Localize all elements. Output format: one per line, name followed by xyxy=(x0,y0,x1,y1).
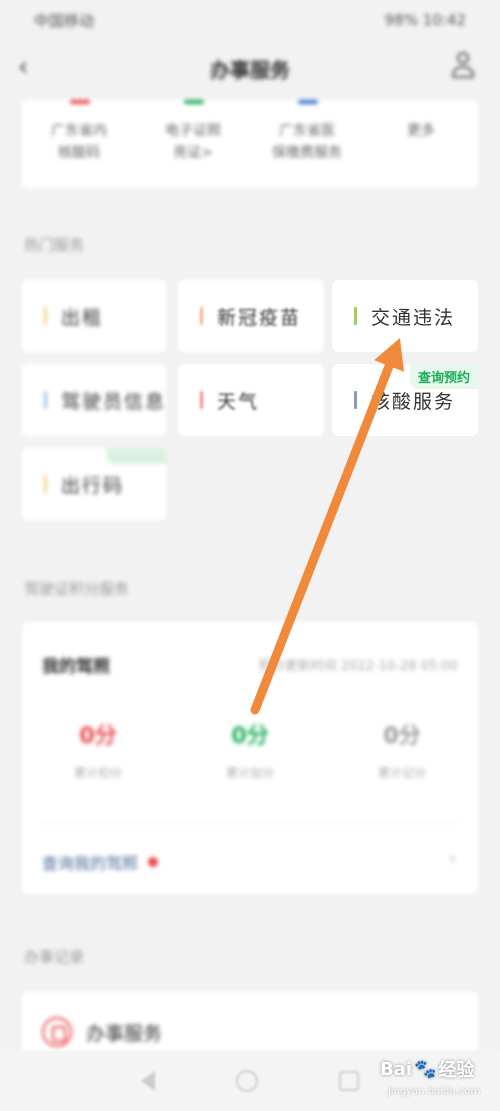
tile-label: 交通违法 xyxy=(371,306,456,329)
entry-color-mark xyxy=(298,100,318,104)
service-record-label: 办事服务 xyxy=(86,1022,163,1045)
carrier-text: 中国移动 xyxy=(34,11,95,30)
page-title: 办事服务 xyxy=(210,57,290,82)
user-icon[interactable] xyxy=(450,52,476,80)
watermark-brand: Bai xyxy=(380,1058,413,1080)
paw-icon: 🐾 xyxy=(414,1058,437,1080)
tile-nucleic-acid[interactable]: 查询预约 核酸服务 xyxy=(332,364,478,436)
stat-value: 0分 xyxy=(231,724,269,749)
tile-label: 出租 xyxy=(61,306,104,329)
nav-back-icon[interactable] xyxy=(140,1070,155,1091)
quick-entry-line1: 广东省内 xyxy=(51,123,107,139)
license-points-card: 我的驾照 积分更新时间 2022-10-28 05:00 0分 累计扣分 0分 … xyxy=(22,622,478,894)
new-badge xyxy=(106,448,166,464)
back-arrow-icon[interactable]: ‹ xyxy=(18,52,46,82)
tile-0[interactable]: 出租 xyxy=(22,280,166,352)
nav-home-icon[interactable] xyxy=(235,1069,258,1092)
tile-color-bar xyxy=(354,307,357,325)
quick-entry-more[interactable]: 更多 xyxy=(364,100,478,188)
status-bar: 中国移动 98% 10:42 xyxy=(0,0,500,40)
divider xyxy=(42,822,458,823)
tile-color-bar xyxy=(200,391,203,409)
query-license-link[interactable]: 查询我的驾照 xyxy=(42,850,159,874)
quick-entry-0[interactable]: 广东省内 核酸码 xyxy=(22,100,136,188)
tile-color-bar xyxy=(44,475,47,493)
stat-label: 累计加分 xyxy=(225,766,274,780)
quick-entry-line1: 更多 xyxy=(407,123,435,139)
entry-color-mark xyxy=(70,100,90,104)
stat-label: 累计记分 xyxy=(377,766,426,780)
tile-label: 驾驶员信息 xyxy=(61,390,167,413)
tile-3[interactable]: 驾驶员信息 xyxy=(22,364,166,436)
quick-entry-line2: 亮证> xyxy=(173,145,213,161)
stat-added[interactable]: 0分 累计加分 xyxy=(174,718,326,781)
tile-1[interactable]: 新冠疫苗 xyxy=(178,280,324,352)
quick-entry-line2: 保缴费服务 xyxy=(272,145,342,161)
stat-recorded[interactable]: 0分 累计记分 xyxy=(326,718,478,781)
tile-label: 核酸服务 xyxy=(371,390,456,413)
watermark-suffix: 经验 xyxy=(438,1060,475,1081)
tile-traffic-violation[interactable]: 交通违法 xyxy=(332,280,478,352)
watermark-url: jingyan.baidu.com xyxy=(388,1086,481,1097)
tile-color-bar xyxy=(44,307,47,325)
tile-6[interactable]: 出行码 xyxy=(22,448,166,520)
quick-entry-2[interactable]: 广东省医 保缴费服务 xyxy=(250,100,364,188)
link-label: 查询我的驾照 xyxy=(42,854,139,873)
stat-value: 0分 xyxy=(383,724,421,749)
document-icon xyxy=(42,1017,72,1047)
tile-color-bar xyxy=(44,391,47,409)
tile-color-bar xyxy=(200,307,203,325)
battery-time-text: 98% 10:42 xyxy=(384,11,466,29)
nav-recent-icon[interactable] xyxy=(339,1070,360,1091)
chevron-right-icon: › xyxy=(448,848,456,869)
quick-entry-card: 广东省内 核酸码 电子证照 亮证> 广东省医 保缴费服务 更多 xyxy=(22,100,478,188)
entry-color-mark xyxy=(184,100,204,104)
stat-label: 累计扣分 xyxy=(73,766,122,780)
tile-label: 新冠疫苗 xyxy=(217,306,302,329)
stat-deducted[interactable]: 0分 累计扣分 xyxy=(22,718,174,781)
quick-entry-line1: 电子证照 xyxy=(165,123,221,139)
section-title-points: 驾驶证积分服务 xyxy=(24,580,130,598)
baidu-watermark: Bai 🐾 经验 xyxy=(380,1056,474,1082)
section-title-mine: 办事记录 xyxy=(24,948,85,966)
quick-entry-1[interactable]: 电子证照 亮证> xyxy=(136,100,250,188)
top-bar: ‹ 办事服务 xyxy=(0,40,500,96)
points-title: 我的驾照 xyxy=(42,657,110,677)
notification-dot xyxy=(148,857,159,867)
quick-entry-line2: 核酸码 xyxy=(58,145,100,161)
tile-label: 出行码 xyxy=(61,474,125,497)
stat-value: 0分 xyxy=(79,724,117,749)
tile-color-bar xyxy=(354,391,357,409)
appointment-badge: 查询预约 xyxy=(409,364,478,389)
section-title-hot: 热门服务 xyxy=(24,236,85,254)
points-update-note: 积分更新时间 2022-10-28 05:00 xyxy=(258,659,458,674)
tile-label: 天气 xyxy=(217,390,260,413)
quick-entry-line1: 广东省医 xyxy=(279,123,335,139)
tile-weather[interactable]: 天气 xyxy=(178,364,324,436)
